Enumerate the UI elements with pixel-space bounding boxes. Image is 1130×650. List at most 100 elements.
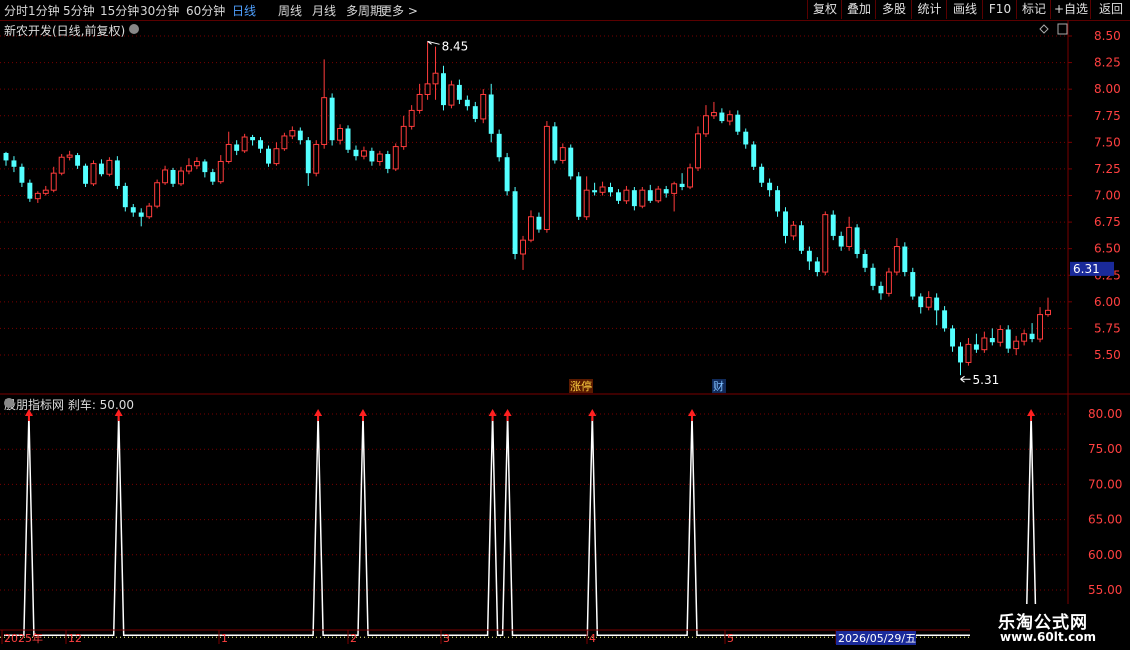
candle-up xyxy=(520,239,526,255)
candle-down xyxy=(806,250,812,262)
candle-down xyxy=(114,160,120,186)
candle-down xyxy=(942,310,948,329)
candle-up xyxy=(965,343,972,363)
candle-up xyxy=(639,189,646,207)
event-limitup-label: 涨停 xyxy=(570,379,592,393)
main-y-tick-label: 7.50 xyxy=(1094,135,1121,149)
candle-up xyxy=(1037,314,1044,340)
x-tick-label: 4 xyxy=(589,632,596,645)
candle-up xyxy=(34,192,41,200)
candle-down xyxy=(775,190,781,212)
candle-up xyxy=(448,84,455,106)
main-y-tick-label: 5.75 xyxy=(1094,321,1121,335)
candle-down xyxy=(496,133,502,158)
candle-up xyxy=(687,167,694,188)
candle-up xyxy=(225,143,232,162)
candle-down xyxy=(918,296,924,308)
candle-down xyxy=(552,126,558,161)
candle-down xyxy=(902,246,908,273)
candle-down xyxy=(536,216,542,230)
candle-up xyxy=(58,156,65,174)
diamond-icon xyxy=(1039,24,1049,34)
panel-toggle-icon xyxy=(1057,23,1068,35)
main-y-tick-label: 6.75 xyxy=(1094,215,1121,229)
high-marker xyxy=(427,40,440,45)
candle-down xyxy=(504,157,510,192)
candle-up xyxy=(106,159,113,175)
indicator-chevron-icon xyxy=(4,398,14,408)
candle-up xyxy=(726,114,733,122)
candle-down xyxy=(122,185,128,208)
candle-up xyxy=(400,125,407,148)
candle-up xyxy=(337,128,344,141)
main-y-tick-label: 5.50 xyxy=(1094,348,1121,362)
signal-arrow xyxy=(314,409,323,416)
candle-up xyxy=(193,160,200,167)
candle-down xyxy=(735,114,741,132)
main-y-tick-label: 7.00 xyxy=(1094,189,1121,203)
candle-up xyxy=(424,83,431,95)
candle-up xyxy=(50,172,57,191)
low-marker xyxy=(960,375,971,383)
candle-up xyxy=(997,328,1004,343)
candle-down xyxy=(576,176,582,217)
candle-down xyxy=(456,84,462,100)
candle-down xyxy=(11,160,17,167)
x-tick-label: 12 xyxy=(68,632,82,645)
candle-down xyxy=(472,106,478,119)
candle-down xyxy=(568,147,574,177)
candle-down xyxy=(353,149,359,157)
candle-down xyxy=(369,150,375,162)
candle-down xyxy=(234,144,240,151)
candle-down xyxy=(973,344,979,350)
candle-up xyxy=(392,146,399,170)
indicator-y-tick-label: 60.00 xyxy=(1088,548,1122,562)
candle-down xyxy=(210,172,216,182)
candle-down xyxy=(75,155,81,166)
watermark-url: www.60lt.com xyxy=(1000,630,1097,644)
candle-down xyxy=(1005,329,1011,349)
candle-up xyxy=(313,143,320,174)
candle-down xyxy=(441,73,446,106)
candle-up xyxy=(416,93,423,111)
x-cursor-date-label: 2026/05/29/五 xyxy=(838,632,916,645)
candle-down xyxy=(385,154,391,169)
candle-down xyxy=(170,169,176,184)
candle-down xyxy=(862,253,868,268)
candle-down xyxy=(488,94,494,134)
candle-up xyxy=(178,170,184,185)
candle-down xyxy=(759,166,765,183)
candle-down xyxy=(138,212,144,217)
candle-up xyxy=(671,183,678,194)
candle-down xyxy=(202,161,208,173)
candle-up xyxy=(1021,333,1028,342)
main-y-tick-label: 7.75 xyxy=(1094,109,1121,123)
candle-down xyxy=(3,152,9,161)
candle-down xyxy=(814,261,820,273)
candle-down xyxy=(647,190,653,201)
event-finance-label: 财 xyxy=(713,379,724,393)
candle-down xyxy=(910,272,916,297)
candle-down xyxy=(679,183,685,187)
candle-up xyxy=(146,205,153,218)
candle-down xyxy=(798,225,804,251)
x-tick-label: 5 xyxy=(727,632,734,645)
candle-down xyxy=(592,190,598,193)
x-tick-label: 3 xyxy=(443,632,450,645)
candle-down xyxy=(608,186,613,193)
chart-canvas: 8.508.258.007.757.507.257.006.756.506.25… xyxy=(0,20,1130,645)
candle-down xyxy=(297,130,303,141)
candle-up xyxy=(695,133,701,169)
candle-down xyxy=(958,346,963,363)
signal-arrow xyxy=(488,409,497,416)
main-title-chevron-icon xyxy=(129,24,139,34)
candle-up xyxy=(599,186,606,193)
candle-up xyxy=(273,148,280,165)
main-y-tick-label: 6.00 xyxy=(1094,295,1121,309)
candle-up xyxy=(543,125,550,231)
candle-down xyxy=(663,189,669,194)
candle-down xyxy=(767,182,773,191)
candle-down xyxy=(631,190,637,207)
candle-up xyxy=(432,72,439,85)
candle-up xyxy=(321,97,328,145)
